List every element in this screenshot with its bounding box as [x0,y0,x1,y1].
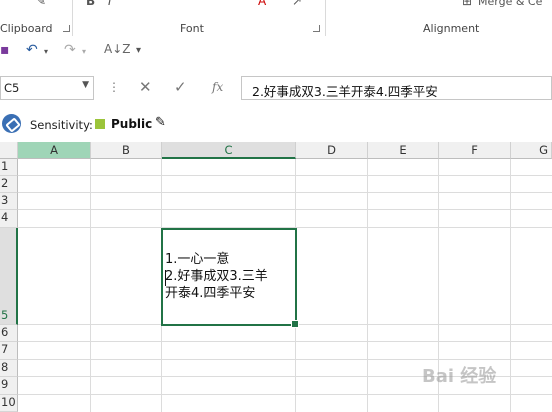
font-launcher-icon[interactable] [313,25,320,32]
selected-cell-c5[interactable]: 1.一心一意 2.好事成双3.三羊 开泰4.四季平安 [161,228,299,328]
gridline [90,159,91,412]
quick-access-toolbar: ▪ ↶ ▾ ↷ ▾ A↓Z ▾ [0,38,552,64]
customize-qat-icon[interactable]: ▾ [136,45,141,56]
gridline [18,209,552,210]
sensitivity-label: Sensitivity: [30,118,93,132]
gridline [18,175,552,176]
row-header-9[interactable]: 9 [0,377,18,395]
row-header-3[interactable]: 3 [0,193,18,210]
row-header-4[interactable]: 4 [0,210,18,228]
group-alignment-label: Alignment [423,22,480,35]
column-header-d[interactable]: D [296,142,368,159]
more-options-icon: ⋮ [108,80,120,94]
column-header-g[interactable]: G [511,142,552,159]
gridline [510,159,511,412]
row-header-10[interactable]: 10 [0,395,18,412]
undo-dropdown-icon[interactable]: ▾ [44,47,48,56]
font-color-icon[interactable]: A [258,0,266,8]
column-header-c[interactable]: C [162,142,296,159]
gridline [367,159,368,412]
redo-icon[interactable]: ↷ [64,42,76,58]
row-header-8[interactable]: 8 [0,360,18,377]
insert-function-button[interactable]: fx [212,80,223,94]
formula-bar: C5 ▼ ⋮ ✕ ✓ fx 2.好事成双3.三羊开泰4.四季平安 [0,72,552,104]
fill-handle[interactable] [291,320,299,328]
sensitivity-bar: Sensitivity: Public ✎ [0,112,552,138]
gridline [18,394,552,395]
redo-dropdown-icon[interactable]: ▾ [82,47,86,56]
row-header-2[interactable]: 2 [0,176,18,193]
cancel-icon[interactable]: ✕ [139,78,152,96]
format-painter-icon[interactable]: ✎ [36,0,46,8]
cell-c5-text: 1.一心一意 2.好事成双3.三羊 开泰4.四季平安 [165,252,268,301]
column-header-f[interactable]: F [439,142,511,159]
row-header-1[interactable]: 1 [0,159,18,176]
gridline [18,359,552,360]
save-icon[interactable]: ▪ [0,42,10,58]
clipboard-launcher-icon[interactable] [63,25,70,32]
enter-icon[interactable]: ✓ [174,78,187,96]
sensitivity-color-swatch [95,119,105,129]
name-box-value: C5 [4,81,20,95]
merge-icon[interactable]: ⊞ [462,0,472,8]
italic-icon[interactable]: I [108,0,112,8]
select-all-corner[interactable] [0,142,18,159]
watermark: Bai 经验 [422,366,497,387]
undo-icon[interactable]: ↶ [26,42,38,58]
edit-pencil-icon[interactable]: ✎ [155,115,166,130]
group-font-label: Font [180,22,204,35]
row-header-6[interactable]: 6 [0,325,18,342]
sensitivity-value[interactable]: Public [111,117,152,131]
column-header-b[interactable]: B [91,142,162,159]
text-cursor [165,270,166,286]
ribbon: ✎ B I A ↗ ⊞ Merge & Ce Clipboard Font Al… [0,0,552,39]
gridline [18,341,552,342]
name-box[interactable]: C5 ▼ [0,76,94,100]
group-clipboard-label: Clipboard [0,22,53,35]
sensitivity-tag-icon[interactable] [2,114,21,133]
bold-icon[interactable]: B [86,0,95,8]
formula-input[interactable]: 2.好事成双3.三羊开泰4.四季平安 [241,76,552,100]
merge-label[interactable]: Merge & Ce [478,0,542,8]
group-divider [72,0,73,36]
chevron-down-icon[interactable]: ▼ [82,80,89,90]
gridline [18,192,552,193]
row-header-7[interactable]: 7 [0,342,18,360]
text-orientation-icon[interactable]: ↗ [292,0,302,8]
column-header-a[interactable]: A [18,142,91,159]
sort-icon[interactable]: A↓Z [104,42,130,56]
column-header-e[interactable]: E [368,142,439,159]
row-header-5[interactable]: 5 [0,228,18,325]
group-divider [325,0,326,36]
